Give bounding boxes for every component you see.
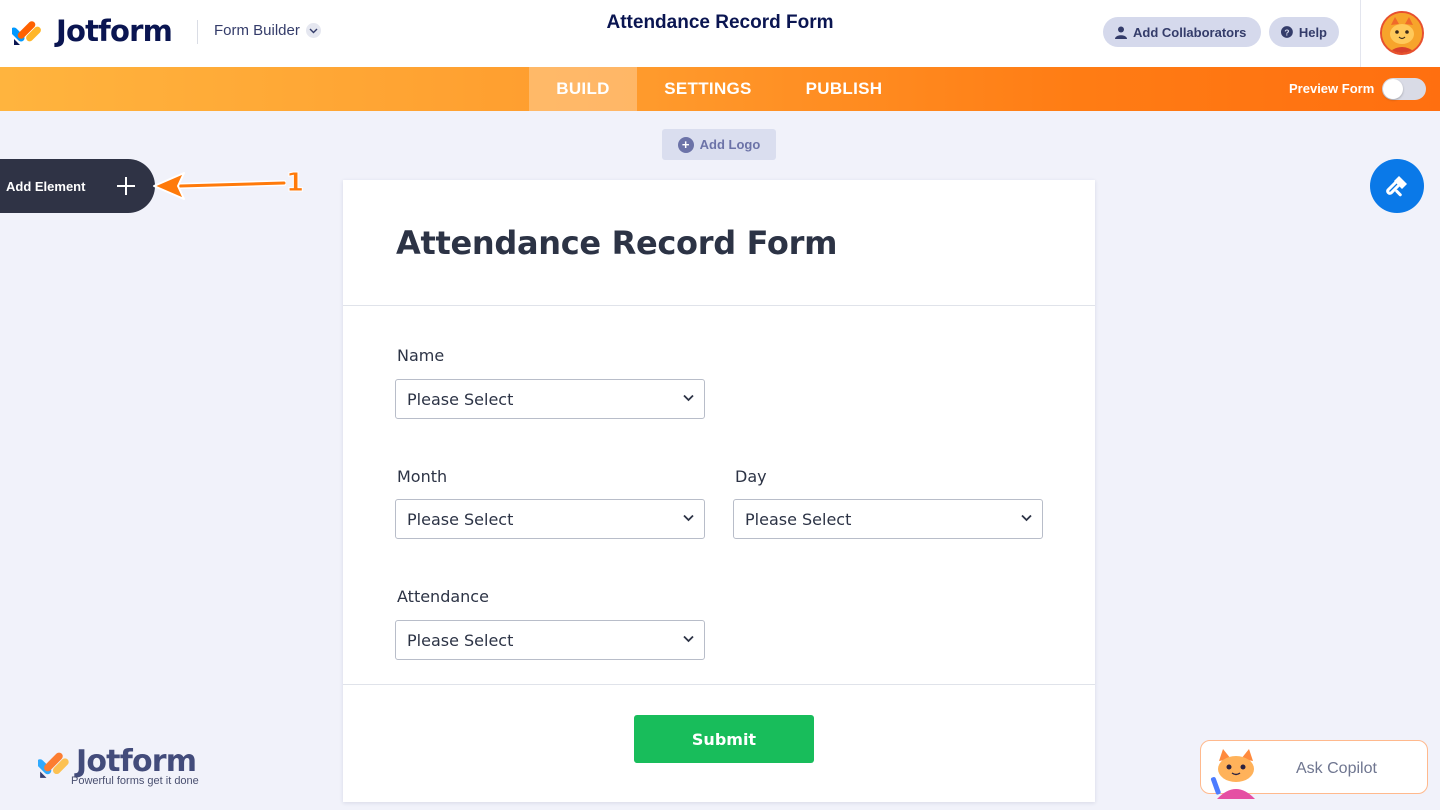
builder-nav-bar: BUILD SETTINGS PUBLISH Preview Form: [0, 67, 1440, 111]
plus-icon: [117, 177, 135, 195]
chevron-down-icon: [683, 635, 694, 643]
select-value: Please Select: [745, 509, 852, 529]
add-collaborators-label: Add Collaborators: [1133, 24, 1247, 40]
add-collaborators-button[interactable]: Add Collaborators: [1103, 17, 1261, 47]
annotation-number: 1: [285, 168, 305, 199]
chevron-down-icon: [683, 514, 694, 522]
select-value: Please Select: [407, 509, 514, 529]
paint-roller-icon: [1386, 176, 1407, 197]
add-logo-label: Add Logo: [699, 137, 761, 152]
tab-build[interactable]: BUILD: [529, 67, 637, 111]
divider: [1360, 0, 1361, 67]
help-button[interactable]: ? Help: [1269, 17, 1339, 47]
help-icon: ?: [1281, 26, 1293, 38]
preview-form-label: Preview Form: [1289, 81, 1375, 96]
form-card: Attendance Record Form Name Please Selec…: [343, 180, 1095, 802]
add-element-label: Add Element: [6, 178, 86, 194]
field-label-day[interactable]: Day: [735, 467, 767, 486]
ask-copilot-button[interactable]: Ask Copilot: [1200, 740, 1428, 799]
submit-button[interactable]: Submit: [634, 715, 814, 763]
svg-text:?: ?: [1284, 27, 1289, 37]
jotform-logo-icon: [38, 752, 69, 778]
divider: [343, 684, 1095, 685]
help-label: Help: [1298, 24, 1327, 40]
tab-publish[interactable]: PUBLISH: [792, 67, 896, 111]
field-label-attendance[interactable]: Attendance: [397, 587, 489, 606]
toggle-knob: [1383, 79, 1403, 99]
user-icon: [1115, 26, 1127, 39]
month-select[interactable]: Please Select: [395, 499, 705, 539]
avatar[interactable]: [1380, 11, 1424, 55]
tab-settings[interactable]: SETTINGS: [650, 67, 766, 111]
add-logo-button[interactable]: + Add Logo: [662, 129, 776, 160]
footer-brand-name: Jotform: [76, 744, 197, 779]
attendance-select[interactable]: Please Select: [395, 620, 705, 660]
select-value: Please Select: [407, 630, 514, 650]
name-select[interactable]: Please Select: [395, 379, 705, 419]
preview-form-toggle[interactable]: [1382, 78, 1426, 100]
field-label-name[interactable]: Name: [397, 346, 444, 365]
form-title[interactable]: Attendance Record Form: [396, 224, 837, 262]
add-element-button[interactable]: Add Element: [0, 159, 155, 213]
field-label-month[interactable]: Month: [397, 467, 447, 486]
select-value: Please Select: [407, 389, 514, 409]
day-select[interactable]: Please Select: [733, 499, 1043, 539]
form-designer-button[interactable]: [1370, 159, 1424, 213]
copilot-cat-icon: [1210, 749, 1255, 799]
top-bar: Jotform Form Builder Attendance Record F…: [0, 0, 1440, 67]
plus-circle-icon: +: [677, 136, 694, 153]
annotation-arrow-icon: [153, 172, 286, 200]
ask-copilot-label: Ask Copilot: [1296, 760, 1377, 777]
chevron-down-icon: [683, 394, 694, 402]
divider: [343, 305, 1095, 306]
footer-tagline: Powerful forms get it done: [71, 775, 199, 787]
chevron-down-icon: [1021, 514, 1032, 522]
